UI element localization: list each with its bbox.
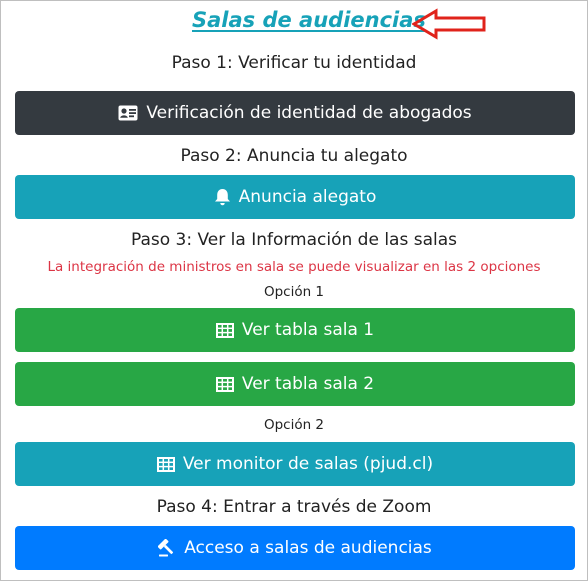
announce-plea-label: Anuncia alegato: [238, 187, 377, 207]
lawyer-identity-verification-button[interactable]: Verificación de identidad de abogados: [15, 91, 575, 135]
integration-note: La integración de ministros en sala se p…: [47, 259, 541, 275]
announce-plea-button[interactable]: Anuncia alegato: [15, 175, 575, 219]
view-table-room1-label: Ver tabla sala 1: [241, 320, 375, 340]
view-room-monitor-button[interactable]: Ver monitor de salas (pjud.cl): [15, 442, 575, 486]
view-table-room1-button[interactable]: Ver tabla sala 1: [15, 308, 575, 352]
bell-icon: [214, 188, 231, 206]
page-title-link[interactable]: Salas de audiencias: [192, 8, 426, 32]
step1-heading: Paso 1: Verificar tu identidad: [171, 53, 417, 73]
view-room-monitor-label: Ver monitor de salas (pjud.cl): [182, 454, 434, 474]
hearing-rooms-access-button[interactable]: Acceso a salas de audiencias: [15, 526, 575, 570]
option1-label: Opción 1: [263, 284, 325, 300]
option2-label: Opción 2: [263, 417, 325, 433]
table-icon: [215, 376, 234, 392]
title-row: Salas de audiencias: [0, 8, 588, 40]
step3-heading: Paso 3: Ver la Información de las salas: [130, 230, 458, 250]
view-table-room2-button[interactable]: Ver tabla sala 2: [15, 362, 575, 406]
table-icon: [215, 322, 234, 338]
table-icon: [156, 456, 175, 472]
id-card-icon: [118, 105, 138, 121]
left-arrow-icon: [412, 8, 486, 40]
view-table-room2-label: Ver tabla sala 2: [241, 374, 375, 394]
step2-heading: Paso 2: Anuncia tu alegato: [180, 146, 408, 166]
gavel-icon: [158, 539, 176, 557]
step4-heading: Paso 4: Entrar a través de Zoom: [156, 497, 432, 517]
lawyer-identity-verification-label: Verificación de identidad de abogados: [146, 103, 472, 123]
hearing-rooms-access-label: Acceso a salas de audiencias: [184, 538, 432, 558]
